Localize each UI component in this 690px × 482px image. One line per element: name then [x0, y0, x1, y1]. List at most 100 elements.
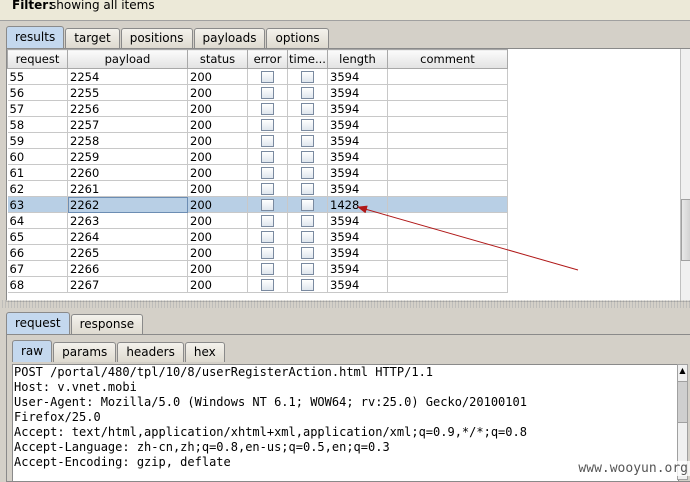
cell-error [247, 164, 288, 181]
editor-scrollbar-thumb[interactable] [678, 381, 687, 423]
cell-error [247, 196, 288, 213]
cell-request: 61 [7, 164, 68, 181]
column-header-length[interactable]: length [327, 49, 388, 69]
cell-error [247, 148, 288, 165]
checkbox-icon [301, 263, 314, 275]
cell-length: 3594 [327, 132, 388, 149]
tab-results[interactable]: results [6, 26, 65, 48]
cell-comment [387, 164, 508, 181]
table-row[interactable]: 61 2260 200 3594 [7, 164, 508, 181]
cell-comment [387, 196, 508, 213]
tab-response[interactable]: response [70, 314, 144, 334]
tab-params[interactable]: params [53, 342, 117, 362]
column-header-comment[interactable]: comment [387, 49, 508, 69]
column-header-payload[interactable]: payload [67, 49, 188, 69]
table-row[interactable]: 58 2257 200 3594 [7, 116, 508, 133]
cell-length: 3594 [327, 84, 388, 101]
cell-status: 200 [187, 276, 248, 293]
table-row[interactable]: 65 2264 200 3594 [7, 228, 508, 245]
cell-status: 200 [187, 260, 248, 277]
results-table: request payload status error time... len… [7, 49, 508, 293]
checkbox-icon [301, 103, 314, 115]
table-row[interactable]: 55 2254 200 3594 [7, 68, 508, 85]
cell-error [247, 100, 288, 117]
cell-timeout [287, 244, 328, 261]
cell-length: 3594 [327, 228, 388, 245]
cell-length: 3594 [327, 116, 388, 133]
column-header-request[interactable]: request [7, 49, 68, 69]
cell-timeout [287, 196, 328, 213]
tab-options[interactable]: options [266, 28, 329, 48]
table-row[interactable]: 63 2262 200 1428 [7, 196, 508, 213]
tab-request[interactable]: request [6, 312, 70, 334]
cell-payload: 2259 [67, 148, 188, 165]
cell-timeout [287, 260, 328, 277]
cell-length: 3594 [327, 244, 388, 261]
cell-status: 200 [187, 196, 248, 213]
checkbox-icon [301, 183, 314, 195]
cell-comment [387, 84, 508, 101]
request-line: POST /portal/480/tpl/10/8/userRegisterAc… [14, 365, 434, 379]
cell-payload: 2266 [67, 260, 188, 277]
scroll-up-icon[interactable]: ▲ [678, 365, 687, 377]
column-header-error[interactable]: error [247, 49, 288, 69]
checkbox-icon [261, 119, 274, 131]
table-row[interactable]: 67 2266 200 3594 [7, 260, 508, 277]
cell-status: 200 [187, 180, 248, 197]
column-header-timeout[interactable]: time... [287, 49, 328, 69]
table-row[interactable]: 56 2255 200 3594 [7, 84, 508, 101]
cell-comment [387, 228, 508, 245]
tab-headers[interactable]: headers [117, 342, 184, 362]
cell-payload: 2255 [67, 84, 188, 101]
table-row[interactable]: 66 2265 200 3594 [7, 244, 508, 261]
column-header-status[interactable]: status [187, 49, 248, 69]
table-row[interactable]: 57 2256 200 3594 [7, 100, 508, 117]
table-row[interactable]: 60 2259 200 3594 [7, 148, 508, 165]
filter-bar[interactable]: Filter: showing all items [0, 0, 690, 21]
cell-request: 68 [7, 276, 68, 293]
cell-status: 200 [187, 212, 248, 229]
checkbox-icon [301, 279, 314, 291]
tab-positions[interactable]: positions [120, 28, 193, 48]
cell-payload: 2262 [67, 196, 188, 213]
checkbox-icon [261, 151, 274, 163]
cell-timeout [287, 84, 328, 101]
cell-timeout [287, 148, 328, 165]
cell-status: 200 [187, 228, 248, 245]
checkbox-icon [261, 215, 274, 227]
cell-length: 1428 [327, 196, 388, 213]
tab-payloads[interactable]: payloads [193, 28, 266, 48]
cell-comment [387, 68, 508, 85]
cell-payload: 2254 [67, 68, 188, 85]
cell-length: 3594 [327, 148, 388, 165]
cell-timeout [287, 116, 328, 133]
cell-error [247, 260, 288, 277]
table-row[interactable]: 68 2267 200 3594 [7, 276, 508, 293]
cell-request: 64 [7, 212, 68, 229]
results-scrollbar-thumb[interactable] [681, 199, 690, 261]
detail-tab-bar: request response [6, 312, 144, 334]
cell-request: 67 [7, 260, 68, 277]
checkbox-icon [301, 71, 314, 83]
checkbox-icon [261, 231, 274, 243]
cell-comment [387, 244, 508, 261]
cell-timeout [287, 276, 328, 293]
cell-length: 3594 [327, 68, 388, 85]
checkbox-icon [301, 151, 314, 163]
cell-length: 3594 [327, 212, 388, 229]
table-row[interactable]: 59 2258 200 3594 [7, 132, 508, 149]
cell-request: 65 [7, 228, 68, 245]
cell-status: 200 [187, 132, 248, 149]
tab-target[interactable]: target [65, 28, 120, 48]
cell-status: 200 [187, 100, 248, 117]
pane-splitter[interactable] [0, 300, 690, 308]
tab-raw[interactable]: raw [12, 340, 53, 362]
table-row[interactable]: 62 2261 200 3594 [7, 180, 508, 197]
tab-hex[interactable]: hex [184, 342, 225, 362]
cell-comment [387, 100, 508, 117]
table-row[interactable]: 64 2263 200 3594 [7, 212, 508, 229]
checkbox-icon [261, 247, 274, 259]
cell-length: 3594 [327, 276, 388, 293]
cell-payload: 2263 [67, 212, 188, 229]
results-scrollbar[interactable] [680, 49, 690, 301]
